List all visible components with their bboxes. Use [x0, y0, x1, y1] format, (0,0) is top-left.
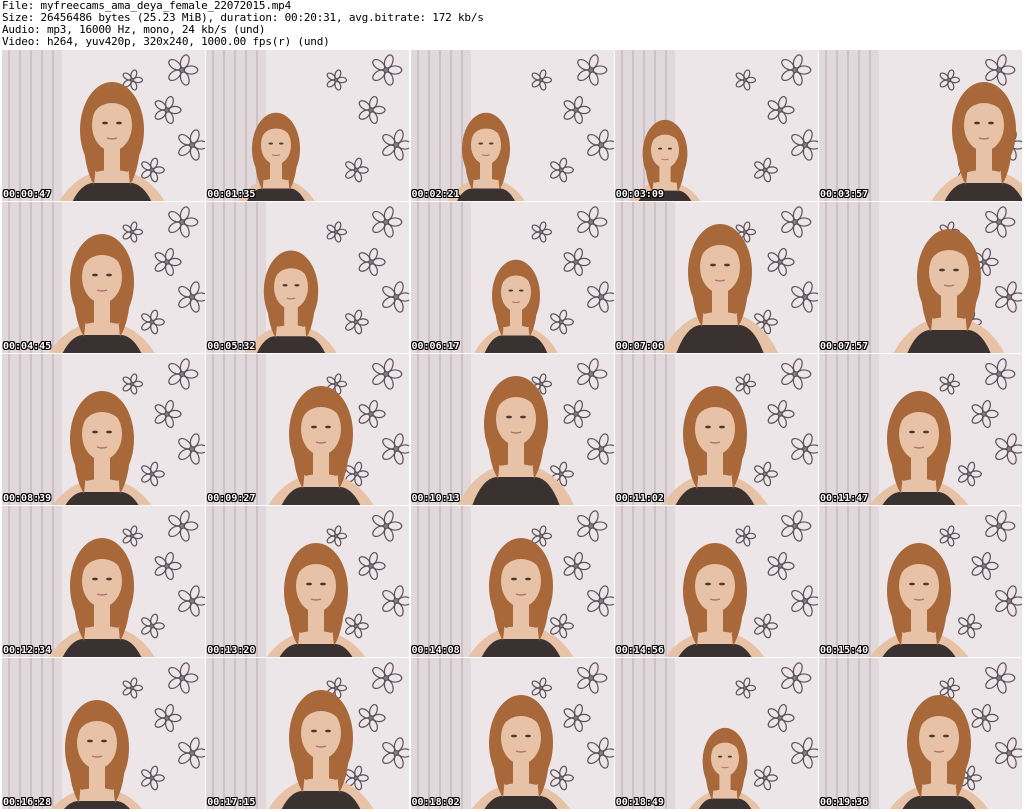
video-thumbnail: 00:17:15 — [206, 658, 410, 809]
webcam-frame-image — [819, 658, 1022, 809]
thumbnail-timestamp: 00:07:57 — [820, 341, 869, 352]
thumbnail-timestamp: 00:04:45 — [3, 341, 52, 352]
thumbnail-timestamp: 00:06:17 — [411, 341, 460, 352]
webcam-frame-image — [2, 354, 205, 505]
webcam-frame-image — [410, 506, 614, 657]
video-thumbnail: 00:07:57 — [819, 202, 1022, 353]
webcam-frame-image — [2, 506, 205, 657]
video-thumbnail: 00:18:02 — [410, 658, 614, 809]
thumbnail-timestamp: 00:02:21 — [411, 189, 460, 200]
thumbnail-timestamp: 00:13:20 — [207, 645, 256, 656]
thumbnail-timestamp: 00:12:34 — [3, 645, 52, 656]
thumbnail-timestamp: 00:11:02 — [615, 493, 664, 504]
video-thumbnail: 00:13:20 — [206, 506, 410, 657]
video-thumbnail: 00:02:21 — [410, 50, 614, 201]
video-thumbnail: 00:01:35 — [206, 50, 410, 201]
webcam-frame-image — [206, 202, 410, 353]
webcam-frame-image — [410, 50, 614, 201]
webcam-frame-image — [410, 202, 614, 353]
thumbnail-timestamp: 00:03:57 — [820, 189, 869, 200]
thumbnail-timestamp: 00:17:15 — [207, 797, 256, 808]
thumbnail-timestamp: 00:15:40 — [820, 645, 869, 656]
video-thumbnail: 00:14:08 — [410, 506, 614, 657]
video-thumbnail: 00:06:17 — [410, 202, 614, 353]
video-thumbnail: 00:03:57 — [819, 50, 1022, 201]
thumbnail-timestamp: 00:00:47 — [3, 189, 52, 200]
video-thumbnail: 00:10:13 — [410, 354, 614, 505]
thumbnail-timestamp: 00:19:36 — [820, 797, 869, 808]
thumbnail-timestamp: 00:16:28 — [3, 797, 52, 808]
video-thumbnail: 00:09:27 — [206, 354, 410, 505]
video-thumbnail: 00:19:36 — [819, 658, 1022, 809]
webcam-frame-image — [819, 202, 1022, 353]
thumbnail-timestamp: 00:03:09 — [615, 189, 664, 200]
webcam-frame-image — [819, 506, 1022, 657]
thumbnail-timestamp: 00:14:56 — [615, 645, 664, 656]
thumbnail-timestamp: 00:11:47 — [820, 493, 869, 504]
webcam-frame-image — [206, 506, 410, 657]
thumbnail-timestamp: 00:18:49 — [615, 797, 664, 808]
video-thumbnail: 00:08:39 — [2, 354, 205, 505]
webcam-frame-image — [614, 354, 818, 505]
webcam-frame-image — [2, 658, 205, 809]
video-thumbnail: 00:11:47 — [819, 354, 1022, 505]
thumbnail-grid: 00:00:47 00:01:35 00:02:21 00:03:09 00:03:57… — [2, 50, 1022, 810]
thumbnail-timestamp: 00:08:39 — [3, 493, 52, 504]
webcam-frame-image — [206, 658, 410, 809]
video-thumbnail: 00:18:49 — [614, 658, 818, 809]
video-thumbnail: 00:00:47 — [2, 50, 205, 201]
video-thumbnail: 00:04:45 — [2, 202, 205, 353]
webcam-frame-image — [410, 658, 614, 809]
webcam-frame-image — [819, 50, 1022, 201]
video-thumbnail: 00:03:09 — [614, 50, 818, 201]
webcam-frame-image — [2, 50, 205, 201]
thumbnail-timestamp: 00:14:08 — [411, 645, 460, 656]
webcam-frame-image — [2, 202, 205, 353]
video-thumbnail: 00:05:32 — [206, 202, 410, 353]
webcam-frame-image — [614, 202, 818, 353]
webcam-frame-image — [206, 354, 410, 505]
webcam-frame-image — [614, 506, 818, 657]
thumbnail-timestamp: 00:10:13 — [411, 493, 460, 504]
webcam-frame-image — [206, 50, 410, 201]
video-thumbnail: 00:12:34 — [2, 506, 205, 657]
thumbnail-timestamp: 00:01:35 — [207, 189, 256, 200]
file-info-header: File: myfreecams_ama_deya_female_2207201… — [2, 0, 1022, 48]
video-thumbnail: 00:15:40 — [819, 506, 1022, 657]
video-info-line: Video: h264, yuv420p, 320x240, 1000.00 f… — [2, 35, 330, 48]
webcam-frame-image — [614, 658, 818, 809]
video-thumbnail: 00:07:06 — [614, 202, 818, 353]
thumbnail-timestamp: 00:05:32 — [207, 341, 256, 352]
thumbnail-timestamp: 00:18:02 — [411, 797, 460, 808]
thumbnail-timestamp: 00:09:27 — [207, 493, 256, 504]
video-thumbnail: 00:14:56 — [614, 506, 818, 657]
webcam-frame-image — [410, 354, 614, 505]
webcam-frame-image — [819, 354, 1022, 505]
video-thumbnail: 00:11:02 — [614, 354, 818, 505]
thumbnail-timestamp: 00:07:06 — [615, 341, 664, 352]
webcam-frame-image — [614, 50, 818, 201]
video-thumbnail: 00:16:28 — [2, 658, 205, 809]
